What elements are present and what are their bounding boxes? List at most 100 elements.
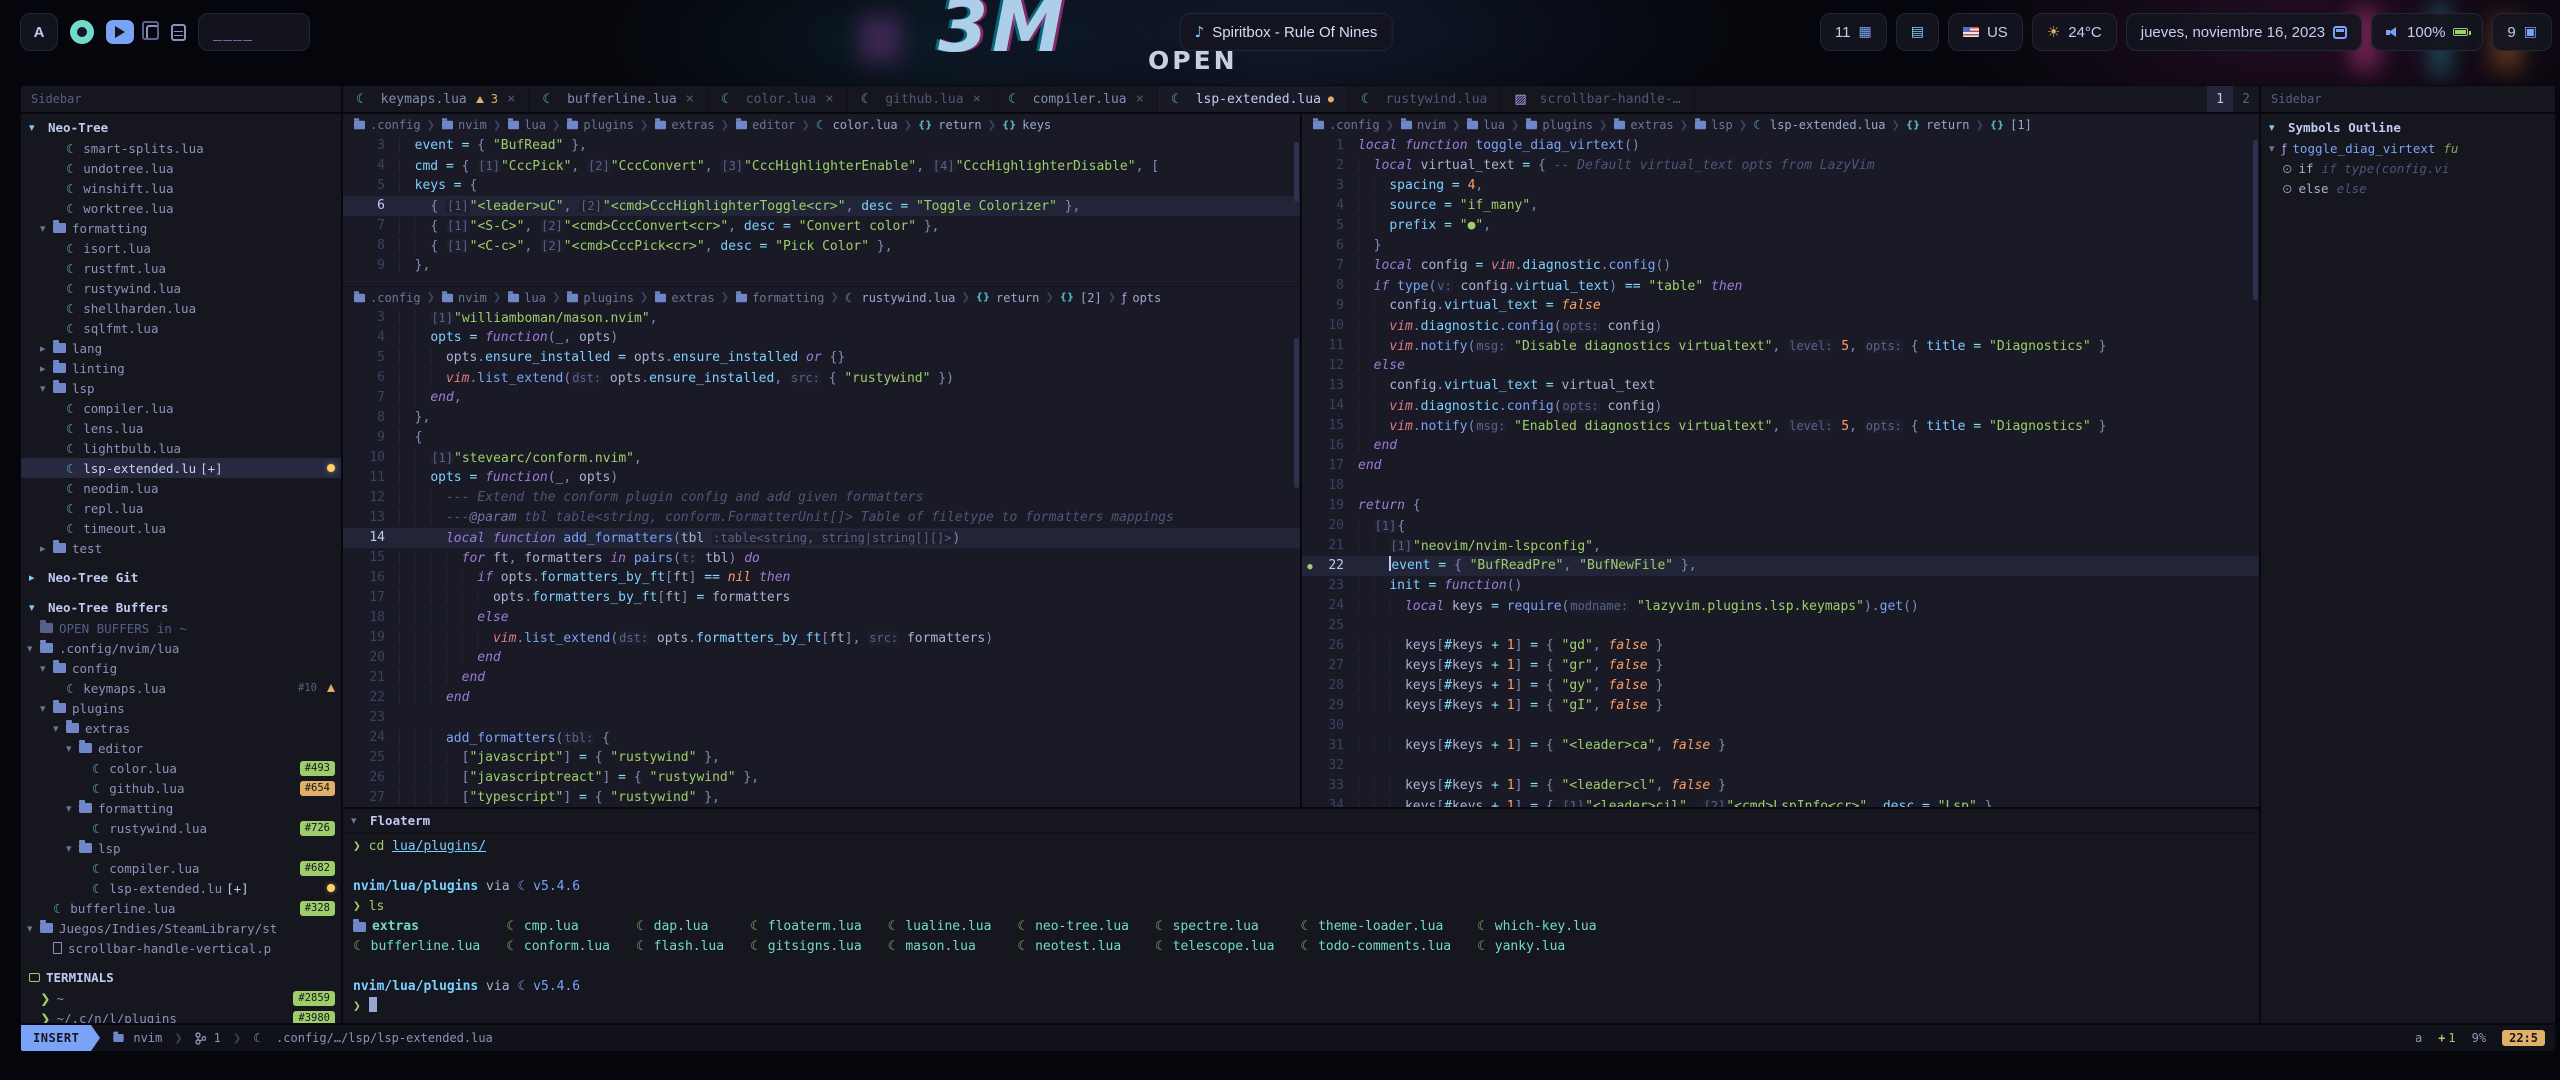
power-icon[interactable] [70, 20, 94, 44]
terminal-line[interactable]: ❯ [353, 997, 2249, 1017]
code-line[interactable]: 10▏ ▏ vim.diagnostic.config(opts: config… [1302, 316, 2259, 336]
breadcrumb-item[interactable]: plugins [566, 118, 634, 132]
code-line[interactable]: 30 [1302, 716, 2259, 736]
tree-item[interactable]: ▾plugins [21, 698, 341, 718]
code-line[interactable]: 5▏ keys = { [343, 176, 1300, 196]
code-line[interactable]: 31▏ ▏ ▏ keys[#keys + 1] = { "<leader>ca"… [1302, 736, 2259, 756]
breadcrumb-item[interactable]: .config [1312, 118, 1380, 132]
tree-item[interactable]: ▾Juegos/Indies/SteamLibrary/st [21, 918, 341, 938]
code-line[interactable]: ●22▏ ▏ event = { "BufReadPre", "BufNewFi… [1302, 556, 2259, 576]
tree-item[interactable]: ▾editor [21, 738, 341, 758]
tree-item[interactable]: ▸☾timeout.lua [21, 518, 341, 538]
code-line[interactable]: 5▏ ▏ prefix = "●", [1302, 216, 2259, 236]
code-line[interactable]: 24▏ ▏ ▏ add_formatters(tbl: { [343, 728, 1300, 748]
tab-keymaps.lua[interactable]: ☾keymaps.lua3× [343, 86, 529, 112]
editor-pane-rustywind-lua[interactable]: 3▏ ▏ [1]"williamboman/mason.nvim",4▏ ▏ o… [343, 308, 1300, 807]
workspaces-widget[interactable]: 11▦ [1820, 13, 1887, 51]
tree-item[interactable]: ▸lang [21, 338, 341, 358]
tree-item[interactable]: ▸test [21, 538, 341, 558]
code-line[interactable]: 2▏ local virtual_text = { -- Default vir… [1302, 156, 2259, 176]
breadcrumb-item[interactable]: extras [1613, 118, 1673, 132]
tree-item[interactable]: ▸linting [21, 358, 341, 378]
tab-color.lua[interactable]: ☾color.lua× [708, 86, 848, 112]
code-line[interactable]: 27▏ ▏ ▏ keys[#keys + 1] = { "gr", false … [1302, 656, 2259, 676]
tree-item[interactable]: ▸☾smart-splits.lua [21, 138, 341, 158]
editor-pane-color-lua[interactable]: 3▏ event = { "BufRead" },4▏ cmd = { [1]"… [343, 136, 1300, 286]
code-line[interactable]: 13▏ ▏ config.virtual_text = virtual_text [1302, 376, 2259, 396]
breadcrumb-item[interactable]: nvim [441, 291, 487, 305]
code-line[interactable]: 21▏ ▏ ▏ ▏ end [343, 668, 1300, 688]
breadcrumb-item[interactable]: lsp [1694, 118, 1733, 132]
media-widget[interactable]: ♪ Spiritbox - Rule Of Nines [1180, 13, 1393, 51]
code-line[interactable]: 7▏ ▏ { [1]"<S-C>", [2]"<cmd>CccConvert<c… [343, 216, 1300, 236]
code-line[interactable]: 18▏ ▏ ▏ ▏ ▏ else [343, 608, 1300, 628]
code-line[interactable]: 24▏ ▏ ▏ local keys = require(modname: "l… [1302, 596, 2259, 616]
code-line[interactable]: 4▏ ▏ opts = function(_, opts) [343, 328, 1300, 348]
close-icon[interactable]: × [1136, 91, 1144, 107]
code-line[interactable]: 12▏ ▏ ▏ --- Extend the conform plugin co… [343, 488, 1300, 508]
floaterm-header[interactable]: ▾ Floaterm [343, 809, 2259, 833]
code-line[interactable]: 9▏ }, [343, 256, 1300, 276]
tree-item[interactable]: ▸☾github.lua#654 [21, 778, 341, 798]
code-line[interactable]: 7▏ ▏ end, [343, 388, 1300, 408]
code-line[interactable]: 18 [1302, 476, 2259, 496]
code-line[interactable]: 22▏ ▏ ▏ end [343, 688, 1300, 708]
breadcrumb-item[interactable]: {}[2] [1060, 291, 1102, 305]
close-icon[interactable]: × [686, 91, 694, 107]
section-header-neo-tree[interactable]: ▾ Neo-Tree [21, 116, 341, 138]
close-icon[interactable]: × [973, 91, 981, 107]
tree-item[interactable]: ▸☾sqlfmt.lua [21, 318, 341, 338]
tree-item[interactable]: ▸☾winshift.lua [21, 178, 341, 198]
tray-widget[interactable]: 9▣ [2492, 13, 2552, 51]
terminal-line[interactable]: ❯ ls [353, 897, 2249, 917]
breadcrumb-item[interactable]: plugins [566, 291, 634, 305]
tab-lsp-extended.lua[interactable]: ☾lsp-extended.lua● [1158, 86, 1348, 112]
code-line[interactable]: 23 [343, 708, 1300, 728]
breadcrumb-item[interactable]: {}keys [1002, 118, 1051, 132]
tree-item[interactable]: ▸☾rustywind.lua#726 [21, 818, 341, 838]
tree-item[interactable]: ▸scrollbar-handle-vertical.p [21, 938, 341, 958]
tab-bufferline.lua[interactable]: ☾bufferline.lua× [529, 86, 708, 112]
tree-item[interactable]: ▾config [21, 658, 341, 678]
code-line[interactable]: 20▏ ▏ ▏ ▏ ▏ end [343, 648, 1300, 668]
code-line[interactable]: 9▏ ▏ config.virtual_text = false [1302, 296, 2259, 316]
weather-widget[interactable]: ☀24°C [2032, 13, 2117, 51]
terminal-line[interactable]: ❯ cd lua/plugins/ [353, 837, 2249, 857]
code-line[interactable]: 5▏ ▏ ▏ opts.ensure_installed = opts.ensu… [343, 348, 1300, 368]
tree-item[interactable]: ▸☾rustfmt.lua [21, 258, 341, 278]
code-line[interactable]: 26▏ ▏ ▏ keys[#keys + 1] = { "gd", false … [1302, 636, 2259, 656]
breadcrumb-item[interactable]: .config [353, 118, 421, 132]
code-line[interactable]: 11▏ ▏ opts = function(_, opts) [343, 468, 1300, 488]
breadcrumb-item[interactable]: nvim [441, 118, 487, 132]
code-line[interactable]: 4▏ cmd = { [1]"CccPick", [2]"CccConvert"… [343, 156, 1300, 176]
tree-item[interactable]: ▸❯~#2859 [21, 988, 341, 1008]
breadcrumb-item[interactable]: lua [1466, 118, 1505, 132]
code-line[interactable]: 8▏ ▏ { [1]"<C-c>", [2]"<cmd>CccPick<cr>"… [343, 236, 1300, 256]
section-header-neo-tree-git[interactable]: ▸ Neo-Tree Git [21, 566, 341, 588]
layout-widget[interactable]: ▤ [1896, 13, 1939, 51]
tree-item[interactable]: ▸☾neodim.lua [21, 478, 341, 498]
section-header-symbols-outline[interactable]: ▾ Symbols Outline [2261, 116, 2555, 138]
tree-item[interactable]: ▾.config/nvim/lua [21, 638, 341, 658]
scrollbar[interactable] [1294, 142, 1299, 202]
tree-item[interactable]: ▸☾rustywind.lua [21, 278, 341, 298]
code-line[interactable]: 11▏ ▏ vim.notify(msg: "Disable diagnosti… [1302, 336, 2259, 356]
outline-item[interactable]: ▾ƒtoggle_diag_virtextfu [2261, 138, 2555, 158]
breadcrumb-item[interactable]: extras [654, 118, 714, 132]
breadcrumb-item[interactable]: ☾rustywind.lua [845, 291, 956, 305]
code-line[interactable]: 8▏ }, [343, 408, 1300, 428]
tree-item[interactable]: ▸❯~/.c/n/l/plugins#3980 [21, 1008, 341, 1023]
date-widget[interactable]: jueves, noviembre 16, 2023 [2126, 13, 2362, 51]
code-line[interactable]: 25▏ ▏ ▏ ▏ ["javascript"] = { "rustywind"… [343, 748, 1300, 768]
tree-item[interactable]: ▸☾lsp-extended.lu[+] [21, 878, 341, 898]
outline-item[interactable]: ▸⊙elseelse [2261, 178, 2555, 198]
tree-item[interactable]: ▸OPEN BUFFERS in ~ [21, 618, 341, 638]
section-header-terminals[interactable]: TERMINALS [21, 966, 341, 988]
tree-item[interactable]: ▸☾compiler.lua#682 [21, 858, 341, 878]
tab-compiler.lua[interactable]: ☾compiler.lua× [995, 86, 1158, 112]
code-line[interactable]: 3▏ ▏ [1]"williamboman/mason.nvim", [343, 308, 1300, 328]
launcher-button[interactable]: A [20, 13, 58, 51]
code-line[interactable]: 32 [1302, 756, 2259, 776]
scrollbar[interactable] [1294, 338, 1299, 488]
code-line[interactable]: 14▏ ▏ ▏ local function add_formatters(tb… [343, 528, 1300, 548]
